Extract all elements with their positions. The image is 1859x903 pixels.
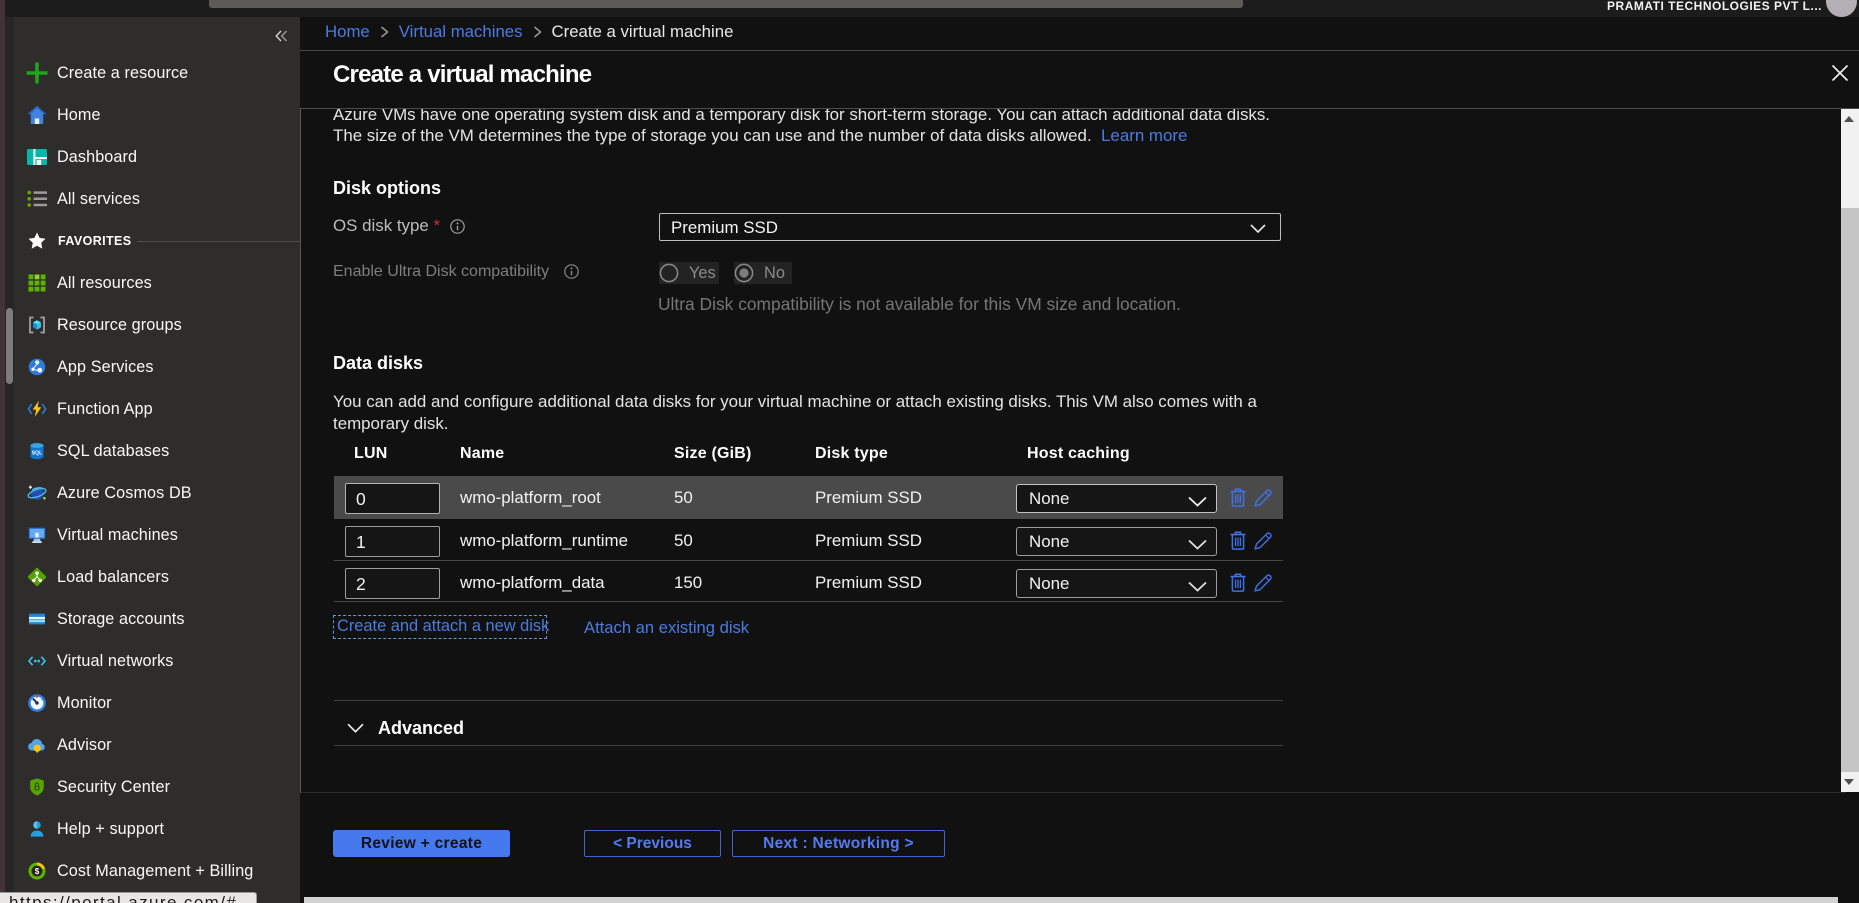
- svg-text:$: $: [35, 867, 40, 876]
- svg-text:SQL: SQL: [32, 451, 43, 457]
